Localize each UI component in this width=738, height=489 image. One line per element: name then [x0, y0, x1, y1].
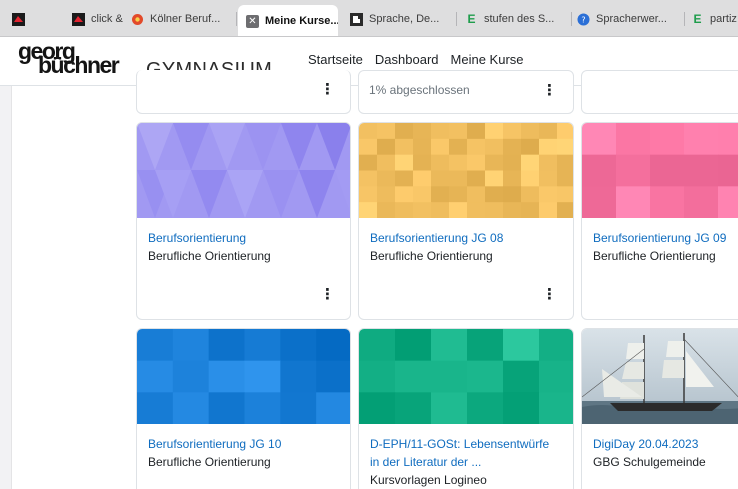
- browser-tab-bar: click & ... Kölner Beruf... ✕ Meine Kurs…: [0, 0, 738, 37]
- course-category: Berufliche Orientierung: [148, 455, 271, 469]
- course-title[interactable]: Berufsorientierung JG 10: [148, 435, 281, 453]
- course-title[interactable]: Berufsorientierung JG 09: [593, 229, 726, 247]
- browser-tab-partiz[interactable]: E partiz: [691, 6, 738, 32]
- course-image[interactable]: [359, 123, 573, 218]
- course-title[interactable]: Berufsorientierung JG 08: [370, 229, 503, 247]
- browser-tab-koelner[interactable]: Kölner Beruf...: [131, 6, 231, 32]
- course-image[interactable]: [137, 329, 350, 424]
- tab-separator: [236, 12, 237, 26]
- course-card-jg10[interactable]: Berufsorientierung JG 10 Berufliche Orie…: [136, 328, 351, 489]
- course-category: Berufliche Orientierung: [370, 249, 493, 263]
- svg-text:?: ?: [581, 15, 585, 24]
- blue-circle-favicon-icon: ?: [577, 13, 590, 26]
- more-options-icon[interactable]: ⋮: [320, 287, 335, 302]
- course-title[interactable]: Berufsorientierung: [148, 229, 246, 247]
- course-image[interactable]: [582, 123, 738, 218]
- course-card-berufsorientierung[interactable]: Berufsorientierung Berufliche Orientieru…: [136, 122, 351, 320]
- red-square-favicon-icon: [72, 12, 85, 26]
- course-category: Berufliche Orientierung: [593, 249, 716, 263]
- nav-dashboard[interactable]: Dashboard: [375, 52, 439, 67]
- tab-label: stufen des S...: [484, 13, 555, 25]
- browser-tab-spracherwerb[interactable]: ? Spracherwer...: [577, 6, 677, 32]
- tab-label: Meine Kurse...: [265, 15, 338, 27]
- tab-separator: [571, 12, 572, 26]
- red-square-favicon-icon: [12, 12, 25, 26]
- more-options-icon[interactable]: ⋮: [320, 82, 335, 97]
- browser-tab-click[interactable]: click & ...: [72, 6, 124, 32]
- course-category: Kursvorlagen Logineo: [370, 473, 487, 487]
- tab-label: partiz: [710, 13, 737, 25]
- course-card-jg09[interactable]: Berufsorientierung JG 09 Berufliche Orie…: [581, 122, 738, 320]
- course-card[interactable]: [581, 70, 738, 114]
- green-e-favicon-icon: E: [467, 11, 476, 26]
- logo-buechner: büchner: [38, 52, 120, 78]
- browser-tab-sprache[interactable]: Sprache, De...: [350, 6, 450, 32]
- course-card-deph[interactable]: D-EPH/11-GOSt: Lebensentwürfe in der Lit…: [358, 328, 574, 489]
- nav-meine-kurse[interactable]: Meine Kurse: [448, 52, 572, 86]
- course-category: GBG Schulgemeinde: [593, 455, 706, 469]
- flower-favicon-icon: [131, 13, 144, 26]
- close-icon[interactable]: ✕: [246, 14, 259, 28]
- tab-label: Kölner Beruf...: [150, 13, 221, 25]
- tab-label: Spracherwer...: [596, 13, 667, 25]
- course-image[interactable]: [359, 329, 573, 424]
- browser-tab-stufen[interactable]: E stufen des S...: [465, 6, 565, 32]
- course-title[interactable]: D-EPH/11-GOSt: Lebensentwürfe: [370, 435, 549, 453]
- nav-startseite[interactable]: Startseite: [308, 52, 363, 67]
- primary-navigation: Startseite Dashboard Meine Kurse: [308, 52, 572, 86]
- browser-tab[interactable]: [12, 6, 32, 32]
- course-card-jg08[interactable]: Berufsorientierung JG 08 Berufliche Orie…: [358, 122, 574, 320]
- green-e-favicon-icon: E: [693, 11, 702, 26]
- more-options-icon[interactable]: ⋮: [542, 83, 557, 98]
- tab-separator: [684, 12, 685, 26]
- more-options-icon[interactable]: ⋮: [542, 287, 557, 302]
- course-card[interactable]: ⋮: [136, 70, 351, 114]
- tab-separator: [456, 12, 457, 26]
- course-title[interactable]: DigiDay 20.04.2023: [593, 435, 698, 453]
- tab-label: click & ...: [91, 13, 124, 25]
- course-category: Berufliche Orientierung: [148, 249, 271, 263]
- left-drawer-edge: [0, 86, 12, 489]
- course-image[interactable]: [137, 123, 350, 218]
- browser-tab-meine-kurse[interactable]: ✕ Meine Kurse...: [238, 5, 338, 36]
- course-card-digiday[interactable]: DigiDay 20.04.2023 GBG Schulgemeinde: [581, 328, 738, 489]
- course-image-sailing-ship[interactable]: [582, 329, 738, 424]
- puzzle-favicon-icon: [350, 12, 363, 26]
- course-title-line2[interactable]: in der Literatur der ...: [370, 453, 481, 471]
- tab-label: Sprache, De...: [369, 13, 440, 25]
- progress-text: 1% abgeschlossen: [369, 83, 470, 97]
- course-card[interactable]: 1% abgeschlossen ⋮: [358, 70, 574, 114]
